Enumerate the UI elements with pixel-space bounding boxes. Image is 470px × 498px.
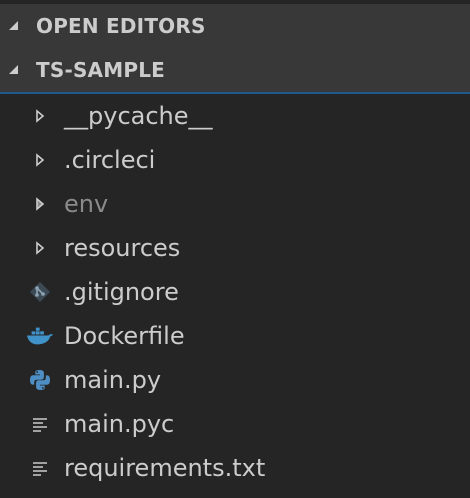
file-explorer: OPEN EDITORS TS-SAMPLE __pycache__ .circ…	[0, 0, 470, 498]
file-tree: __pycache__ .circleci env resources .git…	[0, 94, 470, 490]
tree-item-resources[interactable]: resources	[0, 226, 470, 270]
section-open-editors[interactable]: OPEN EDITORS	[0, 4, 470, 48]
tree-item-label: main.pyc	[64, 410, 175, 438]
tree-item-label: .circleci	[64, 146, 156, 174]
section-open-editors-label: OPEN EDITORS	[36, 14, 206, 38]
git-icon	[26, 270, 54, 314]
tree-item-label: resources	[64, 234, 181, 262]
tree-item-label: .gitignore	[64, 278, 179, 306]
tree-item-env[interactable]: env	[0, 182, 470, 226]
tree-item-main-pyc[interactable]: main.pyc	[0, 402, 470, 446]
docker-icon	[26, 314, 54, 358]
text-file-icon	[26, 446, 54, 490]
tree-item-label: Dockerfile	[64, 322, 185, 350]
chevron-right-icon	[26, 94, 54, 138]
tree-item-label: env	[64, 190, 109, 218]
tree-item-gitignore[interactable]: .gitignore	[0, 270, 470, 314]
section-project[interactable]: TS-SAMPLE	[0, 48, 470, 94]
chevron-right-icon	[26, 138, 54, 182]
tree-item-circleci[interactable]: .circleci	[0, 138, 470, 182]
python-icon	[26, 358, 54, 402]
tree-item-label: requirements.txt	[64, 454, 266, 482]
expanded-caret-icon	[6, 63, 22, 77]
tree-item-pycache[interactable]: __pycache__	[0, 94, 470, 138]
text-file-icon	[26, 402, 54, 446]
chevron-right-icon	[26, 226, 54, 270]
collapsed-caret-icon	[6, 19, 22, 33]
tree-item-dockerfile[interactable]: Dockerfile	[0, 314, 470, 358]
section-project-label: TS-SAMPLE	[36, 58, 165, 82]
chevron-right-icon	[26, 182, 54, 226]
tree-item-label: __pycache__	[64, 102, 213, 130]
tree-item-main-py[interactable]: main.py	[0, 358, 470, 402]
tree-item-label: main.py	[64, 366, 162, 394]
tree-item-requirements-txt[interactable]: requirements.txt	[0, 446, 470, 490]
